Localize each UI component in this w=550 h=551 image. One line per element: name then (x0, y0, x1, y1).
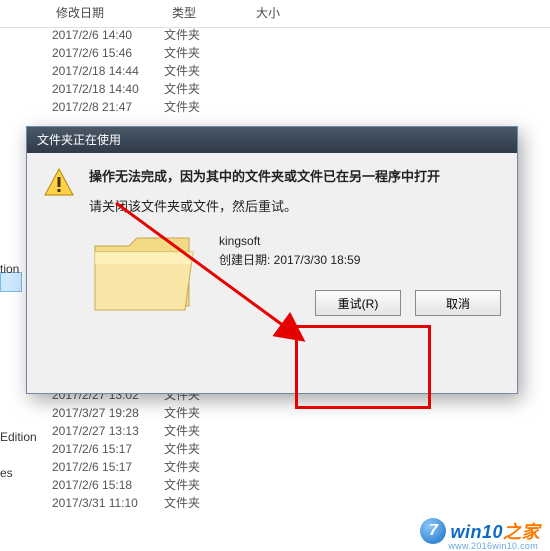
watermark-badge: 7 (420, 518, 446, 544)
table-row[interactable]: 2017/2/6 15:17文件夹 (0, 458, 550, 476)
table-row[interactable]: 2017/2/6 14:40文件夹 (0, 26, 550, 44)
table-row[interactable]: 2017/3/27 19:28文件夹 (0, 404, 550, 422)
dialog-message: 操作无法完成，因为其中的文件夹或文件已在另一程序中打开 (89, 167, 440, 187)
dialog-hint: 请关闭该文件夹或文件，然后重试。 (89, 197, 440, 217)
cell-date: 2017/2/8 21:47 (52, 98, 164, 116)
cell-date: 2017/2/18 14:44 (52, 62, 164, 80)
cell-type: 文件夹 (164, 44, 244, 62)
table-row[interactable]: 2017/2/8 21:47文件夹 (0, 98, 550, 116)
table-row[interactable]: 2017/2/18 14:44文件夹 (0, 62, 550, 80)
cell-date: 2017/2/6 15:17 (52, 440, 164, 458)
cell-type: 文件夹 (164, 440, 244, 458)
retry-button[interactable]: 重试(R) (315, 290, 401, 316)
cell-type: 文件夹 (164, 458, 244, 476)
item-name: kingsoft (219, 232, 360, 251)
table-row[interactable]: 2017/2/18 14:40文件夹 (0, 80, 550, 98)
header-type[interactable]: 类型 (168, 4, 252, 21)
cell-type: 文件夹 (164, 98, 244, 116)
sidebar-fragment: es (0, 464, 37, 482)
cancel-button[interactable]: 取消 (415, 290, 501, 316)
dialog-title[interactable]: 文件夹正在使用 (27, 127, 517, 153)
cell-type: 文件夹 (164, 62, 244, 80)
cell-date: 2017/2/27 13:13 (52, 422, 164, 440)
item-created: 创建日期: 2017/3/30 18:59 (219, 251, 360, 270)
table-row[interactable]: 2017/2/6 15:46文件夹 (0, 44, 550, 62)
folder-in-use-dialog: 文件夹正在使用 操作无法完成，因为其中的文件夹或文件已在另一程序中打开 请关闭该… (26, 126, 518, 394)
cell-date: 2017/3/27 19:28 (52, 404, 164, 422)
table-row[interactable]: 2017/2/27 13:13文件夹 (0, 422, 550, 440)
table-row[interactable]: 2017/2/6 15:18文件夹 (0, 476, 550, 494)
cell-date: 2017/2/6 14:40 (52, 26, 164, 44)
table-row[interactable]: 2017/3/31 11:10文件夹 (0, 494, 550, 512)
cell-type: 文件夹 (164, 80, 244, 98)
cell-date: 2017/2/18 14:40 (52, 80, 164, 98)
cell-type: 文件夹 (164, 422, 244, 440)
warning-icon (43, 167, 75, 199)
header-size[interactable]: 大小 (252, 4, 336, 21)
cell-date: 2017/2/6 15:46 (52, 44, 164, 62)
cell-date: 2017/3/31 11:10 (52, 494, 164, 512)
cell-type: 文件夹 (164, 26, 244, 44)
folder-icon (89, 230, 199, 318)
cell-type: 文件夹 (164, 494, 244, 512)
column-headers: 修改日期 类型 大小 (0, 0, 550, 28)
cell-date: 2017/2/6 15:17 (52, 458, 164, 476)
table-row[interactable]: 2017/2/6 15:17文件夹 (0, 440, 550, 458)
header-date[interactable]: 修改日期 (52, 4, 168, 21)
cell-date: 2017/2/6 15:18 (52, 476, 164, 494)
cell-type: 文件夹 (164, 404, 244, 422)
cell-type: 文件夹 (164, 476, 244, 494)
sidebar-fragment: Edition (0, 428, 37, 446)
